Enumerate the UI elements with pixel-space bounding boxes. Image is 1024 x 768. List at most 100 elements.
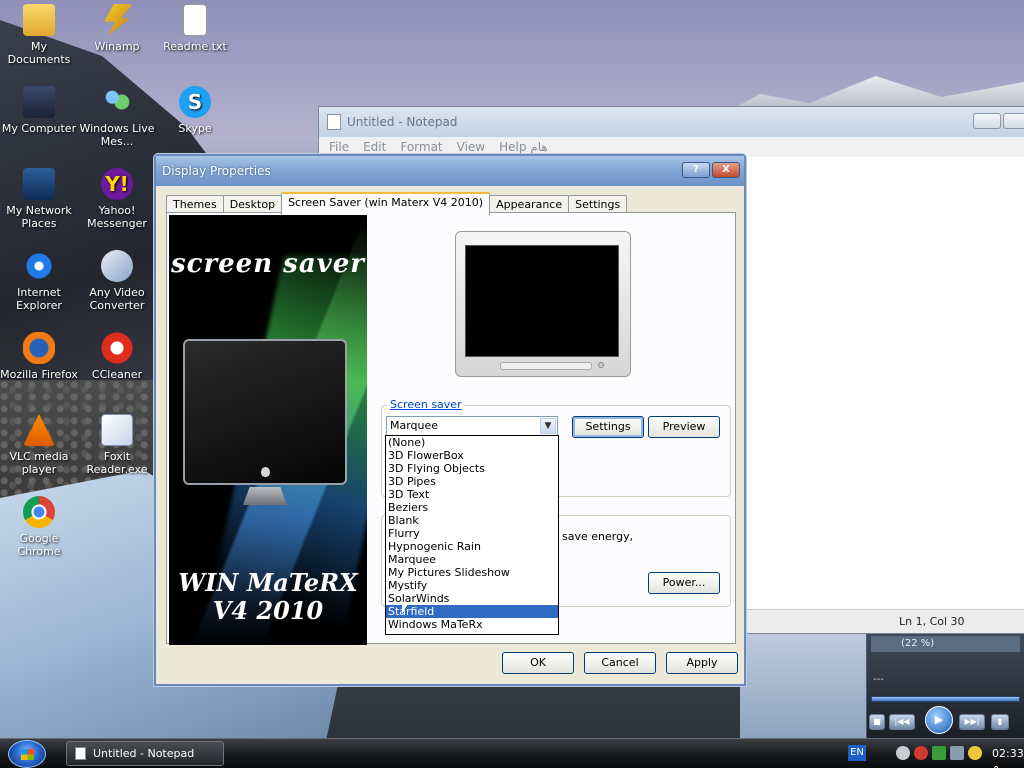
screen-saver-panel: screen saver WIN MaTeRX V4 2010 Screen s… [166,212,736,645]
help-button[interactable]: ? [682,162,710,178]
apple-logo-icon [261,467,270,477]
desktop-icon-vlc[interactable]: VLC media player [0,414,78,476]
media-player-widget[interactable]: (22 %) --- ■ |◀◀ ▶ ▶▶| ▮ [866,634,1024,738]
start-button[interactable] [8,740,46,768]
theme-artwork: screen saver WIN MaTeRX V4 2010 [169,215,367,645]
cancel-button[interactable]: Cancel [584,652,656,674]
taskbar-item-notepad[interactable]: Untitled - Notepad [66,741,224,766]
tray-app-icon[interactable] [950,746,964,760]
list-item[interactable]: Mystify [386,579,558,592]
list-item[interactable]: Flurry [386,527,558,540]
messenger-icon [101,86,133,118]
list-item[interactable]: 3D Flying Objects [386,462,558,475]
minimize-button[interactable] [973,113,1001,129]
text-file-icon [183,4,207,36]
artwork-brand: WIN MaTeRX V4 2010 [169,569,367,625]
menu-file[interactable]: File [329,140,349,154]
artwork-brand-line2: V4 2010 [212,596,324,625]
list-item[interactable]: Marquee [386,553,558,566]
desktop-icon-readme[interactable]: Readme.txt [156,4,234,53]
menu-view[interactable]: View [457,140,485,154]
settings-button[interactable]: Settings [572,416,644,438]
preview-button[interactable]: Preview [648,416,720,438]
desktop-icon-skype[interactable]: S Skype [156,86,234,135]
player-percent: (22 %) [871,636,1020,652]
menu-help[interactable]: Help هام [499,140,548,154]
previous-track-icon[interactable]: |◀◀ [889,714,915,730]
dialog-title: Display Properties [162,164,271,178]
desktop-icon-google-chrome[interactable]: Google Chrome [0,496,78,558]
ie-icon [23,250,55,282]
close-button[interactable]: X [712,162,740,178]
system-tray: EN 02:33 م [824,739,1024,768]
computer-icon [23,86,55,118]
taskbar: Untitled - Notepad EN 02:33 م [0,738,1024,768]
screen-saver-dropdown-list[interactable]: (None) 3D FlowerBox 3D Flying Objects 3D… [385,435,559,635]
screen-saver-select[interactable]: Marquee ▼ [386,416,558,436]
notepad-titlebar[interactable]: Untitled - Notepad [319,107,1024,137]
tray-security-icon[interactable] [914,746,928,760]
desktop-icon-any-video-converter[interactable]: Any Video Converter [78,250,156,312]
desktop-icon-my-computer[interactable]: My Computer [0,86,78,135]
notepad-text-area[interactable] [747,157,1024,609]
clock[interactable]: 02:33 م [992,747,1024,768]
list-item[interactable]: My Pictures Slideshow [386,566,558,579]
desktop-icon-my-documents[interactable]: My Documents [0,4,78,66]
list-item[interactable]: Blank [386,514,558,527]
display-properties-dialog[interactable]: Display Properties ? X Themes Desktop Sc… [154,154,746,686]
desktop-icon-windows-live-messenger[interactable]: Windows Live Mes... [78,86,156,148]
desktop-icon-internet-explorer[interactable]: Internet Explorer [0,250,78,312]
tab-screen-saver[interactable]: Screen Saver (win Materx V4 2010) [281,192,491,215]
ccleaner-icon [101,332,133,364]
mouse-pointer-icon [402,602,409,614]
desktop-icon-mozilla-firefox[interactable]: Mozilla Firefox [0,332,78,381]
preview-screen [465,245,619,357]
tray-messenger-icon[interactable] [968,746,982,760]
maximize-button[interactable] [1003,113,1024,129]
stop-icon[interactable]: ■ [869,714,885,730]
play-icon[interactable]: ▶ [925,706,953,734]
list-item[interactable]: Windows MaTeRx [386,618,558,631]
list-item[interactable]: SolarWinds [386,592,558,605]
preview-monitor [455,231,631,377]
windows-logo-icon [21,749,34,760]
chevron-down-icon[interactable]: ▼ [540,418,556,434]
artwork-brand-line1: WIN MaTeRX [178,568,358,597]
list-item[interactable]: Hypnogenic Rain [386,540,558,553]
menu-edit[interactable]: Edit [363,140,386,154]
skype-icon: S [179,86,211,118]
ok-button[interactable]: OK [502,652,574,674]
menu-format[interactable]: Format [400,140,442,154]
player-track-info: --- [873,674,884,685]
list-item-highlighted[interactable]: Starfield [386,605,558,618]
desktop-icon-foxit-reader[interactable]: Foxit Reader.exe [78,414,156,476]
artwork-heading: screen saver [170,249,366,279]
folder-icon [23,4,55,36]
desktop-icon-my-network-places[interactable]: My Network Places [0,168,78,230]
list-item[interactable]: 3D Text [386,488,558,501]
apply-button[interactable]: Apply [666,652,738,674]
notepad-icon [327,114,341,130]
vlc-icon [23,414,55,446]
list-item[interactable]: 3D FlowerBox [386,449,558,462]
list-item[interactable]: 3D Pipes [386,475,558,488]
monitor-bezel-bar [500,362,592,370]
seek-bar[interactable] [871,696,1020,702]
firefox-icon [23,332,55,364]
foxit-icon [101,414,133,446]
desktop-icon-winamp[interactable]: Winamp [78,4,156,53]
desktop-icon-ccleaner[interactable]: CCleaner [78,332,156,381]
desktop-icon-yahoo-messenger[interactable]: Y! Yahoo! Messenger [78,168,156,230]
power-button[interactable]: Power... [648,572,720,594]
taskbar-item-label: Untitled - Notepad [93,747,195,760]
language-indicator[interactable]: EN [848,745,866,761]
list-item[interactable]: (None) [386,436,558,449]
next-track-icon[interactable]: ▶▶| [959,714,985,730]
list-item[interactable]: Beziers [386,501,558,514]
dialog-titlebar[interactable]: Display Properties [156,156,744,186]
tray-network-icon[interactable] [932,746,946,760]
end-icon[interactable]: ▮ [991,714,1009,730]
winamp-icon [104,4,133,36]
tray-status-icon[interactable] [896,746,910,760]
screen-saver-group-label: Screen saver [388,398,464,411]
